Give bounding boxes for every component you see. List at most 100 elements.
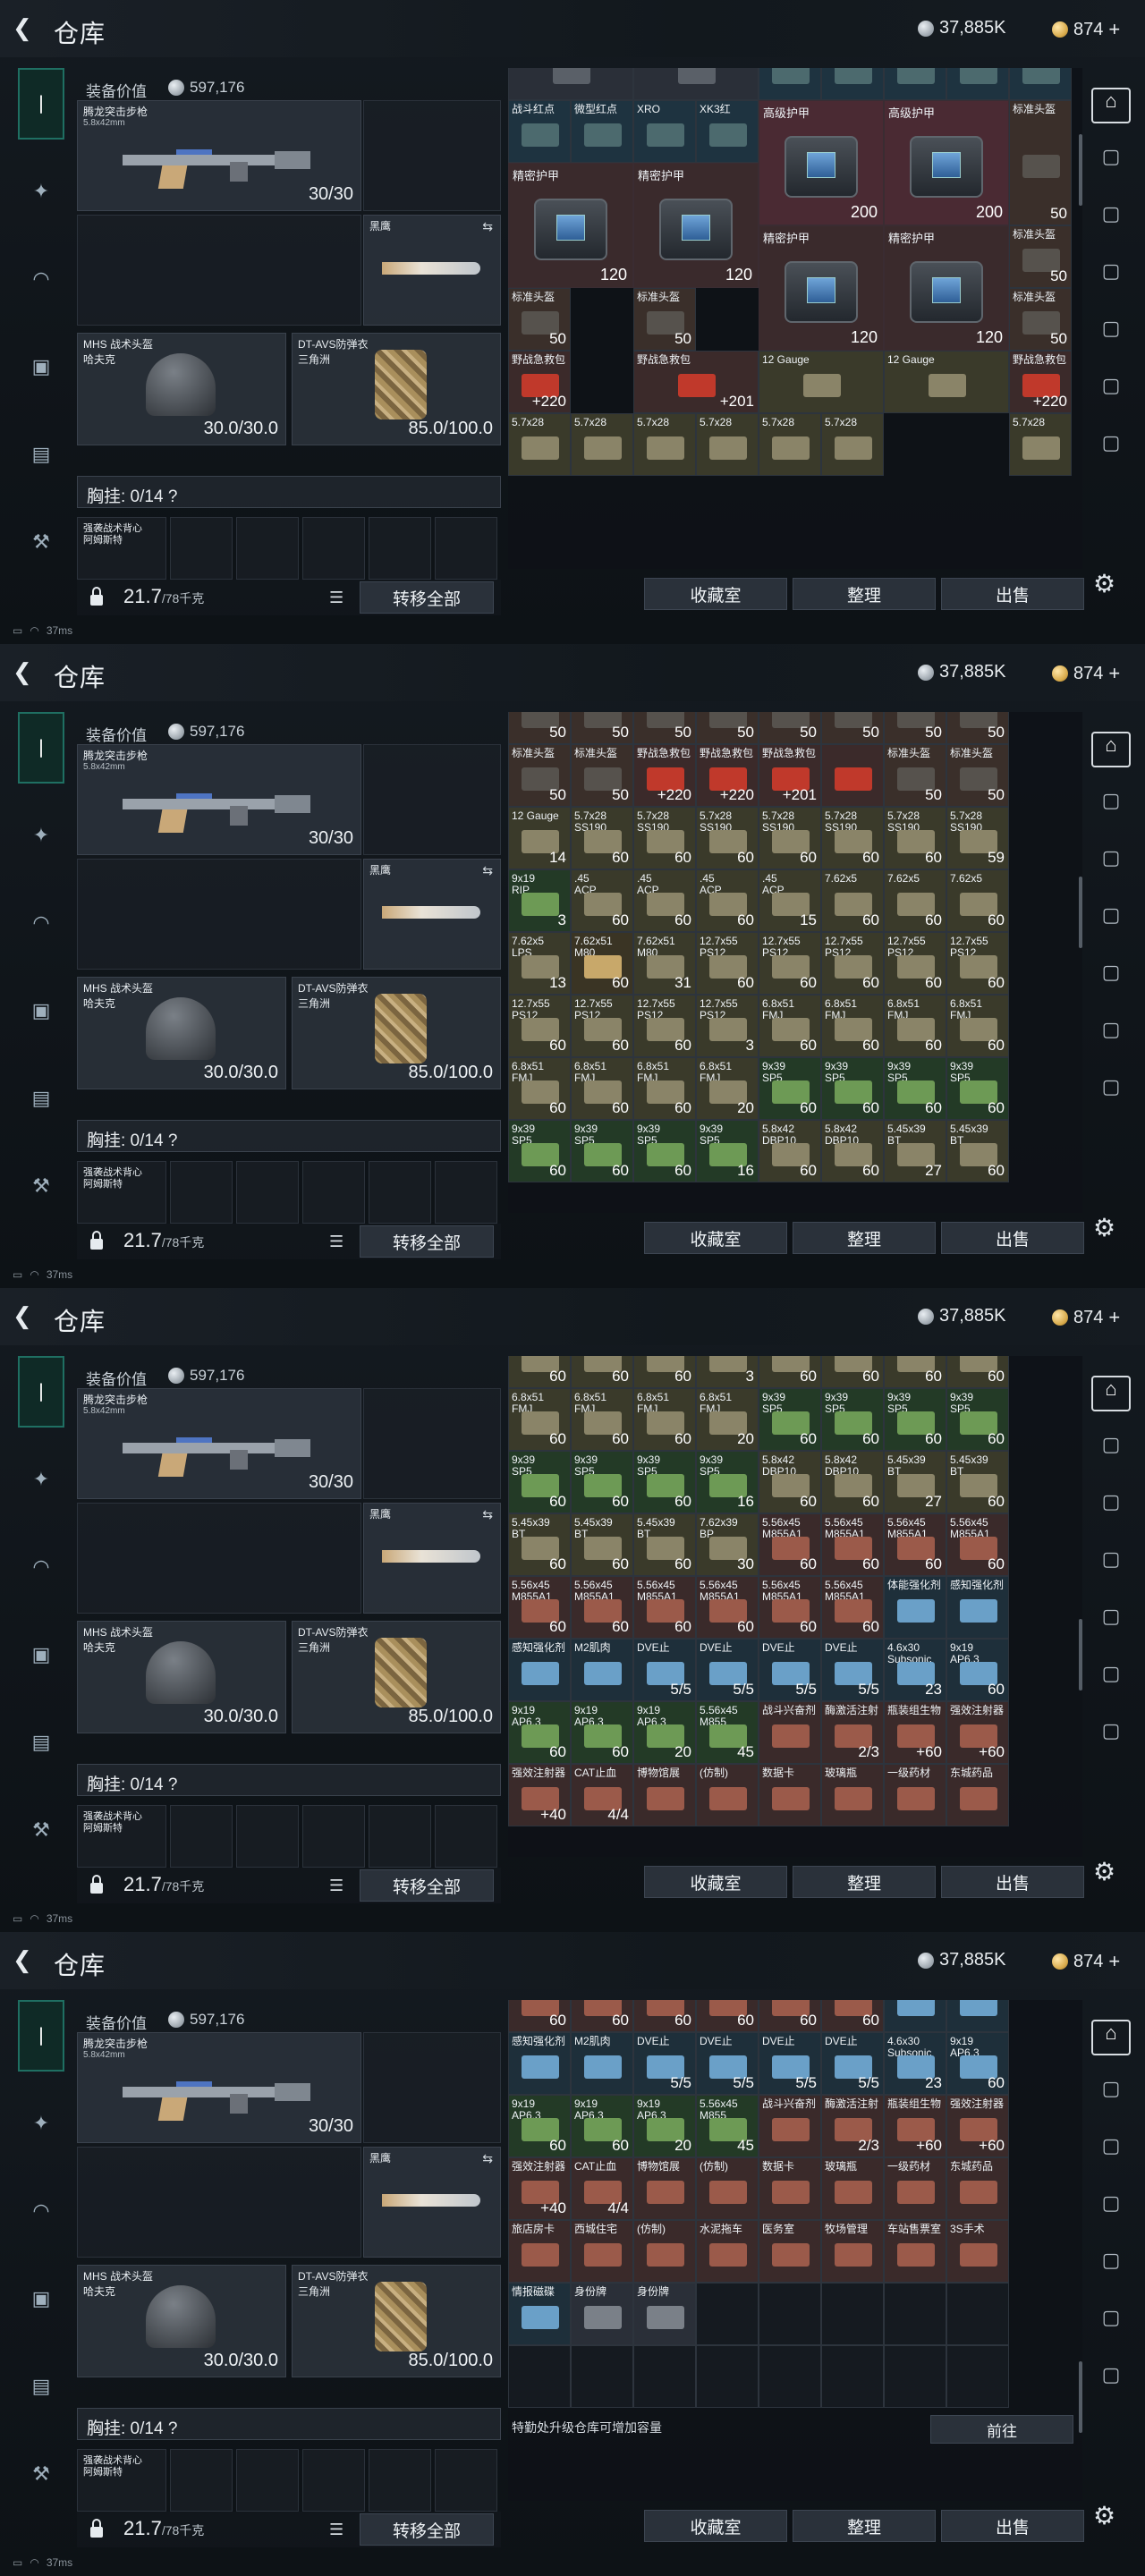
primary-weapon-slot[interactable]: 腾龙突击步枪 5.8x42mm 30/30: [77, 100, 361, 211]
inventory-item[interactable]: DVE止 5/5: [696, 1639, 759, 1701]
inventory-item[interactable]: 6.8x51 FMJ 60: [946, 995, 1009, 1057]
inventory-item[interactable]: 6.8x51 FMJ 60: [571, 1388, 633, 1451]
inventory-item[interactable]: 野战急救包 +201: [759, 744, 821, 807]
list-icon[interactable]: ☰: [329, 1877, 347, 1894]
sell-button[interactable]: 出售: [941, 2510, 1084, 2542]
empty-grid-cell[interactable]: [696, 2283, 759, 2345]
page-4-icon[interactable]: ▢: [1091, 2191, 1131, 2227]
inventory-item[interactable]: 7.62x5 60: [821, 869, 884, 932]
inventory-item[interactable]: 6.8x51 FMJ 20: [696, 1057, 759, 1120]
inventory-item[interactable]: 5.56x45M855A160: [633, 2000, 696, 2032]
armor-slot[interactable]: DT-AVS防弹衣 三角洲 85.0/100.0: [292, 2265, 501, 2377]
inventory-item[interactable]: 5.56x45M855A160: [946, 1513, 1009, 1576]
sidebar-tab-case[interactable]: ▤: [18, 419, 64, 490]
inventory-item[interactable]: 5.45x39 BT 60: [946, 1120, 1009, 1182]
inventory-item[interactable]: 9x19 AP6.3 60: [571, 2095, 633, 2157]
page-7-icon[interactable]: ▢: [1091, 2363, 1131, 2399]
empty-grid-cell[interactable]: [759, 2345, 821, 2408]
backpack-slot[interactable]: 强袭战术背心 阿姆斯特: [77, 517, 166, 580]
scrollbar-thumb[interactable]: [1079, 134, 1082, 206]
inventory-item[interactable]: 西城住宅: [571, 2220, 633, 2283]
backpack-grid-cell[interactable]: [170, 517, 233, 580]
backpack-grid-cell[interactable]: [170, 2449, 233, 2512]
sidebar-tab-toolbox[interactable]: ⚒: [18, 1794, 64, 1866]
inventory-item[interactable]: 3: [696, 1356, 759, 1388]
sidebar-tab-vest[interactable]: ✦: [18, 1444, 64, 1515]
secondary-weapon-slot[interactable]: [363, 100, 501, 211]
inventory-item[interactable]: 6.8x51 FMJ 60: [508, 1388, 571, 1451]
page-6-icon[interactable]: ▢: [1091, 2306, 1131, 2342]
add-gold-icon[interactable]: +: [1108, 1306, 1120, 1329]
inventory-item[interactable]: 5.7x28: [759, 413, 821, 476]
inventory-item[interactable]: 12.7x55 PS12 3: [696, 995, 759, 1057]
inventory-item[interactable]: 旅店房卡: [508, 2220, 571, 2283]
inventory-item[interactable]: 5.56x45M855A160: [821, 1513, 884, 1576]
inventory-item[interactable]: 7.62x5 60: [946, 869, 1009, 932]
inventory-item[interactable]: (仿制): [696, 2157, 759, 2220]
chest-rig-bar[interactable]: 胸挂: 0/14 ?: [77, 476, 501, 508]
inventory-item[interactable]: 9x39 SP5 60: [508, 1120, 571, 1182]
empty-grid-cell[interactable]: [633, 2345, 696, 2408]
secondary-weapon-slot[interactable]: [363, 2032, 501, 2143]
empty-grid-cell[interactable]: [759, 2283, 821, 2345]
inventory-item[interactable]: 7.62x51 M80 31: [633, 932, 696, 995]
inventory-item[interactable]: 5.7x28: [1009, 413, 1072, 476]
inventory-item[interactable]: 9x39 SP5 60: [571, 1451, 633, 1513]
inventory-item[interactable]: 5.45x39 BT 60: [633, 1513, 696, 1576]
chest-rig-bar[interactable]: 胸挂: 0/14 ?: [77, 1120, 501, 1152]
backpack-grid-cell[interactable]: [236, 517, 299, 580]
inventory-item[interactable]: 标准头盔 50: [571, 744, 633, 807]
helmet-slot[interactable]: MHS 战术头盔 哈夫克 30.0/30.0: [77, 977, 286, 1089]
inventory-item[interactable]: 5.7x28 SS190 59: [946, 807, 1009, 869]
inventory-item[interactable]: 5.8x42 DBP10 60: [759, 1451, 821, 1513]
inventory-item[interactable]: 12.7x55 PS12 60: [759, 932, 821, 995]
chest-rig-bar[interactable]: 胸挂: 0/14 ?: [77, 2408, 501, 2440]
inventory-item[interactable]: 6.8x51 FMJ 60: [633, 1388, 696, 1451]
backpack-grid-cell[interactable]: [435, 1805, 497, 1868]
back-arrow-icon[interactable]: ❮: [13, 658, 39, 685]
inventory-item[interactable]: 野战急救包 +220: [508, 351, 571, 413]
inventory-item[interactable]: (仿制): [633, 2220, 696, 2283]
inventory-item[interactable]: 60: [633, 1356, 696, 1388]
move-all-button[interactable]: 转移全部: [360, 581, 494, 614]
inventory-item[interactable]: 5.56x45M855A160: [696, 2000, 759, 2032]
inventory-item[interactable]: 酶激活注射 2/3: [821, 1701, 884, 1764]
inventory-item[interactable]: 强效注射器 +40: [508, 2157, 571, 2220]
empty-grid-cell[interactable]: [508, 2345, 571, 2408]
inventory-item[interactable]: 5.45x39 BT 60: [946, 1451, 1009, 1513]
inventory-item[interactable]: 5.56x45 M855 45: [696, 1701, 759, 1764]
inventory-item[interactable]: 瓶装组生物 +60: [884, 2095, 946, 2157]
empty-grid-cell[interactable]: [821, 2283, 884, 2345]
inventory-item[interactable]: 9x19 AP6.3 60: [508, 1701, 571, 1764]
page-3-icon[interactable]: ▢: [1091, 1490, 1131, 1526]
inventory-item[interactable]: 5.8x42 DBP10 60: [759, 1120, 821, 1182]
inventory-item[interactable]: 9x39 SP5 60: [946, 1057, 1009, 1120]
inventory-item[interactable]: 5.7x28 SS190 60: [633, 807, 696, 869]
inventory-item[interactable]: 9x39 SP5 60: [633, 1120, 696, 1182]
secondary-weapon-slot[interactable]: [363, 744, 501, 855]
backpack-grid-cell[interactable]: [236, 2449, 299, 2512]
inventory-item[interactable]: 5.7x28 SS190 60: [884, 807, 946, 869]
sidebar-tab-gun[interactable]: ⼁: [18, 712, 64, 784]
move-all-button[interactable]: 转移全部: [360, 2513, 494, 2546]
gear-icon[interactable]: ⚙: [1093, 2501, 1120, 2529]
inventory-item[interactable]: 60: [508, 1356, 571, 1388]
page-2-icon[interactable]: ▢: [1091, 789, 1131, 825]
inventory-item[interactable]: 身份牌: [633, 2283, 696, 2345]
inventory-item[interactable]: 6.8x51 FMJ 60: [759, 995, 821, 1057]
inventory-item[interactable]: 标准头盔 50: [508, 744, 571, 807]
melee-slot[interactable]: 黑鹰 ⇆: [363, 2147, 501, 2258]
page-3-icon[interactable]: ▢: [1091, 2134, 1131, 2170]
inventory-item[interactable]: 9x39 SP5 60: [821, 1057, 884, 1120]
gold-currency[interactable]: 874 +: [1052, 1306, 1120, 1329]
helmet-slot[interactable]: MHS 战术头盔 哈夫克 30.0/30.0: [77, 333, 286, 445]
sidebar-tab-vest[interactable]: ✦: [18, 2088, 64, 2159]
backpack-grid-cell[interactable]: [369, 517, 431, 580]
inventory-item[interactable]: 体能强化剂: [884, 1576, 946, 1639]
inventory-item[interactable]: 酶激活注射 2/3: [821, 2095, 884, 2157]
collection-room-button[interactable]: 收藏室: [644, 1222, 787, 1254]
inventory-item[interactable]: 6.8x51 FMJ 20: [696, 1388, 759, 1451]
armor-item[interactable]: 高级护甲 200: [759, 100, 884, 225]
sidebar-tab-helmet[interactable]: ◠: [18, 1531, 64, 1603]
inventory-item[interactable]: 9x39 SP5 60: [759, 1388, 821, 1451]
